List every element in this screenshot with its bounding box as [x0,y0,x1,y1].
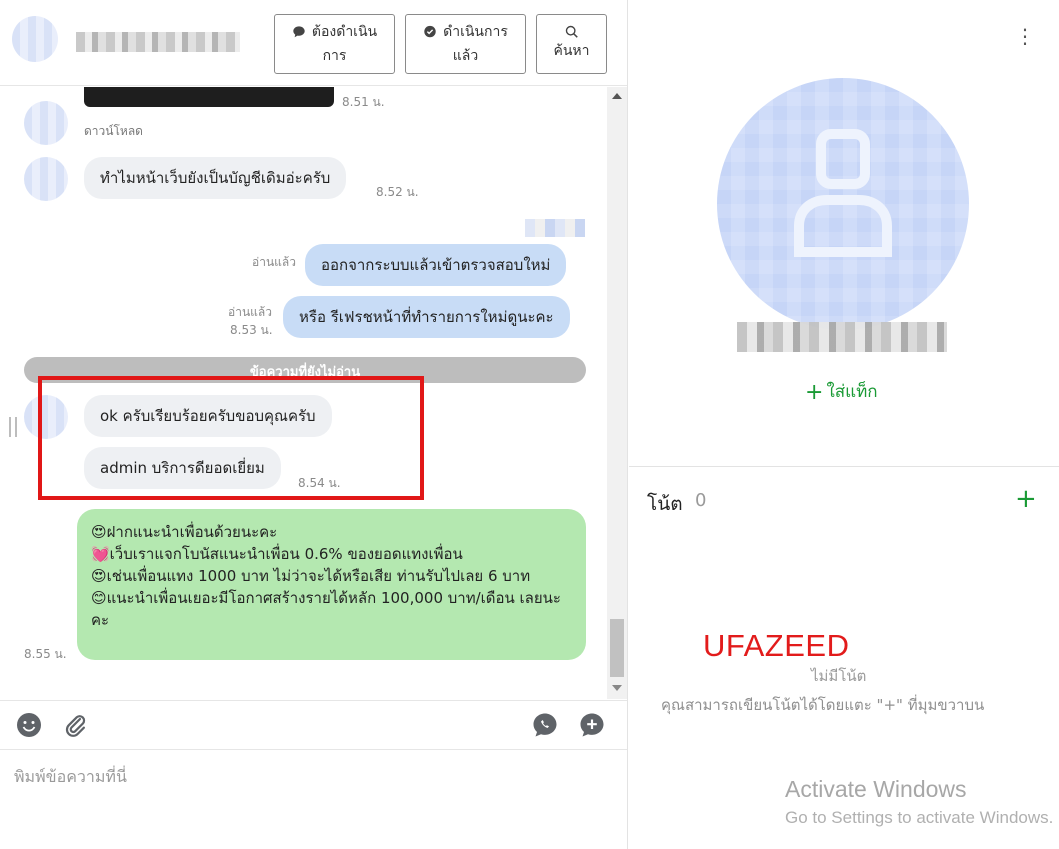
add-action-icon[interactable] [579,712,605,738]
activate-windows-subtitle: Go to Settings to activate Windows. [785,808,1054,827]
read-receipt: อ่านแล้ว [252,255,296,269]
chat-header: ต้องดำเนิน การ ดำเนินการ แล้ว ค้นหา [0,0,627,86]
notes-title: โน้ต [647,493,683,515]
contact-avatar[interactable] [12,16,58,62]
chat-pane: ต้องดำเนิน การ ดำเนินการ แล้ว ค้นหา 8.51… [0,0,628,849]
chat-app: ต้องดำเนิน การ ดำเนินการ แล้ว ค้นหา 8.51… [0,0,1059,849]
done-button[interactable]: ดำเนินการ แล้ว [405,14,526,74]
profile-photo[interactable] [717,78,969,330]
download-link[interactable]: ดาวน์โหลด [84,122,143,141]
chat-bubble-icon [293,26,305,38]
pending-label-line2: การ [322,48,347,64]
add-tag-label: ใส่แท็ก [826,382,878,402]
scroll-up-arrow[interactable] [612,93,622,99]
message-text: ออกจากระบบแล้วเข้าตรวจสอบใหม่ [321,256,551,274]
composer-toolbar [0,700,627,750]
highlight-annotation [38,376,424,500]
resize-handle[interactable] [9,417,17,437]
pending-label-line1: ต้องดำเนิน [311,24,378,40]
sender-avatar-tiny [525,219,585,237]
message-text: หรือ รีเฟรชหน้าที่ทำรายการใหม่ดูนะคะ [299,308,554,326]
activate-windows-title: Activate Windows [785,776,967,802]
contact-avatar-small [24,101,68,145]
outgoing-promo-message: 😍ฝากแนะนำเพื่อนด้วยนะคะ 💓เว็บเราแจกโบนัส… [77,509,586,660]
scroll-down-arrow[interactable] [612,685,622,691]
outgoing-message: หรือ รีเฟรชหน้าที่ทำรายการใหม่ดูนะคะ [283,296,570,338]
contact-name [76,32,240,52]
search-label: ค้นหา [553,43,590,59]
outgoing-message: ออกจากระบบแล้วเข้าตรวจสอบใหม่ [305,244,567,286]
message-list[interactable]: 8.51 น. ดาวน์โหลด ทำไมหน้าเว็บยังเป็นบัญ… [0,87,607,699]
contact-avatar-small [24,157,68,201]
add-note-button[interactable]: + [1015,484,1037,514]
plus-icon: + [805,380,824,405]
search-button[interactable]: ค้นหา [536,14,607,74]
pending-button[interactable]: ต้องดำเนิน การ [274,14,395,74]
message-time: 8.51 น. [342,95,385,109]
notes-hint: คุณสามารถเขียนโน้ตได้โดยแตะ "+" ที่มุมขว… [661,696,985,714]
message-input[interactable] [0,751,627,849]
message-time: 8.53 น. [230,323,273,337]
message-text: ทำไมหน้าเว็บยังเป็นบัญชีเดิมอ่ะครับ [100,169,331,187]
done-label-line2: แล้ว [452,48,479,64]
promo-line: 💓เว็บเราแจกโบนัสแนะนำเพื่อน 0.6% ของยอดแ… [91,545,463,563]
quick-reply-icon[interactable] [532,712,558,738]
empty-notes-label: ไม่มีโน้ต [811,667,867,685]
promo-line: 😊แนะนำเพื่อนเยอะมีโอกาศสร้างรายได้หลัก 1… [91,589,561,629]
incoming-message: ทำไมหน้าเว็บยังเป็นบัญชีเดิมอ่ะครับ [84,157,347,199]
more-options-icon[interactable]: ⋮ [1015,26,1035,50]
section-divider [629,466,1059,467]
attachment-icon[interactable] [63,712,89,738]
message-scrollbar[interactable] [607,87,627,699]
done-label-line1: ดำเนินการ [443,24,508,40]
add-tag-button[interactable]: + ใส่แท็ก [805,378,878,405]
message-time: 8.55 น. [24,647,67,661]
promo-line: 😍เช่นเพื่อนแทง 1000 บาท ไม่ว่าจะได้หรือเ… [91,567,531,585]
promo-line: 😍ฝากแนะนำเพื่อนด้วยนะคะ [91,523,278,541]
media-attachment[interactable] [84,87,334,107]
scroll-thumb[interactable] [610,619,624,677]
emoji-icon[interactable] [16,712,42,738]
search-icon [565,25,578,38]
person-silhouette-icon [794,129,892,257]
read-receipt: อ่านแล้ว [228,305,272,319]
profile-pane: ⋮ + ใส่แท็ก โน้ต 0 + UFAZEED ไม่มีโน้ต คุ… [629,0,1059,849]
watermark-text: UFAZEED [703,628,850,663]
notes-count: 0 [695,490,707,511]
profile-name [737,322,947,352]
message-time: 8.52 น. [376,185,419,199]
check-bubble-icon [424,25,436,38]
